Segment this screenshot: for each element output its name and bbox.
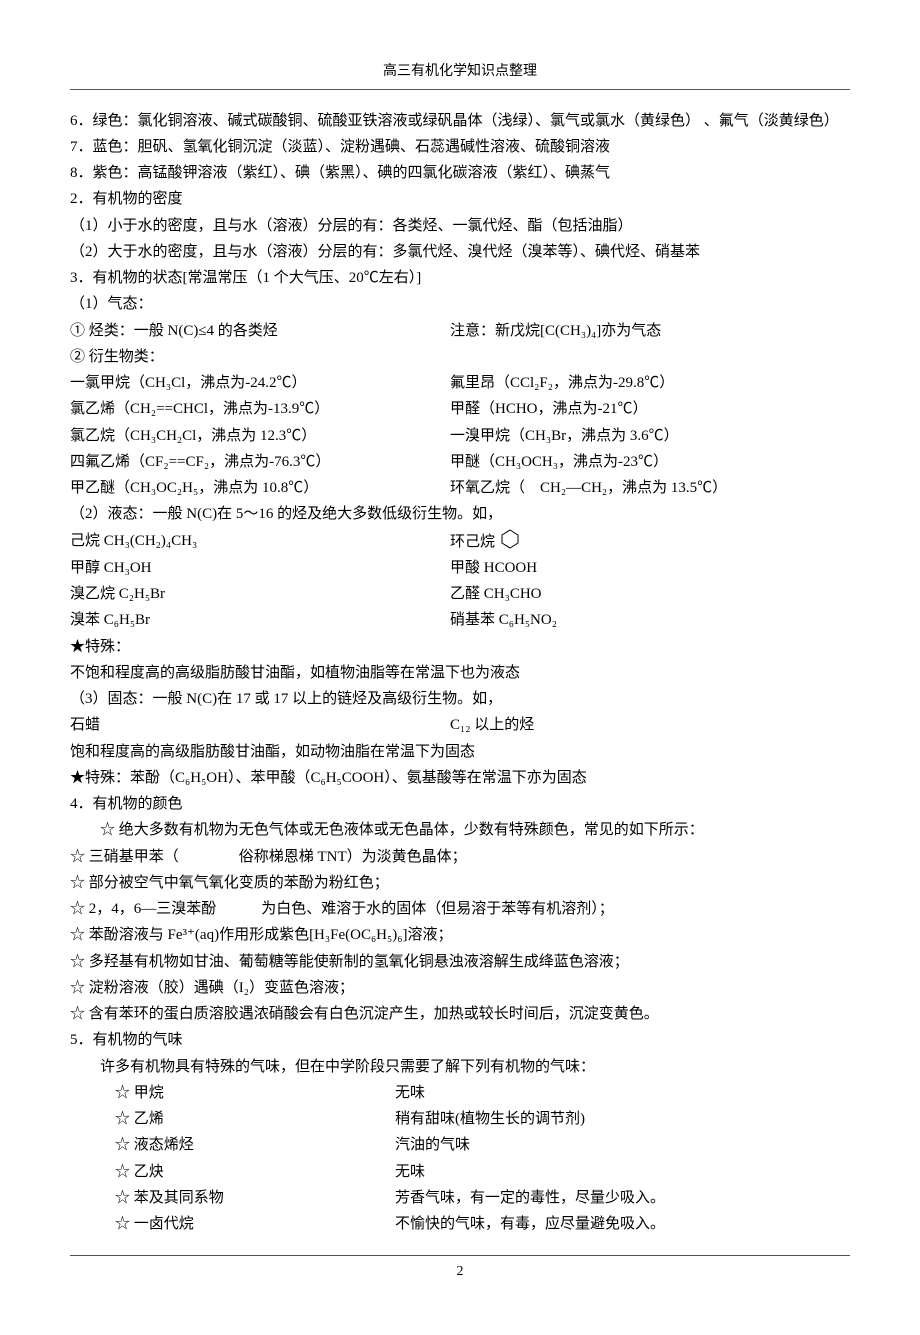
- col-right: 环己烷: [450, 528, 850, 555]
- col-right: 甲醛（HCHO，沸点为-21℃）: [450, 396, 850, 422]
- liquid-row-4: 溴苯 C₆H₅Br 硝基苯 C₆H₅NO₂: [70, 607, 850, 633]
- section-2: 2．有机物的密度: [70, 186, 850, 212]
- smell-row-3: ☆ 液态烯烃 汽油的气味: [70, 1132, 850, 1158]
- star-note-1-text: 不饱和程度高的高级脂肪酸甘油酯，如植物油脂等在常温下也为液态: [70, 660, 850, 686]
- col-right: 注意：新戊烷[C(CH₃)₄]亦为气态: [450, 318, 850, 344]
- col-left: ☆ 一卤代烷: [115, 1211, 395, 1237]
- item-6: 6．绿色：氯化铜溶液、碱式碳酸铜、硫酸亚铁溶液或绿矾晶体（浅绿）、氯气或氯水（黄…: [70, 108, 850, 134]
- col-left: ① 烃类：一般 N(C)≤4 的各类烃: [70, 318, 450, 344]
- deriv-row-1: 一氯甲烷（CH₃Cl，沸点为-24.2℃） 氟里昂（CCl₂F₂，沸点为-29.…: [70, 370, 850, 396]
- smell-row-4: ☆ 乙炔 无味: [70, 1159, 850, 1185]
- col-left: 甲醇 CH₃OH: [70, 555, 450, 581]
- section-3-3: （3）固态：一般 N(C)在 17 或 17 以上的链烃及高级衍生物。如，: [70, 686, 850, 712]
- item-8: 8．紫色：高锰酸钾溶液（紫红）、碘（紫黑）、碘的四氯化碳溶液（紫红）、碘蒸气: [70, 160, 850, 186]
- header-rule: [70, 89, 850, 90]
- deriv-row-5: 甲乙醚（CH₃OC₂H₅，沸点为 10.8℃） 环氧乙烷（ CH₂—CH₂，沸点…: [70, 475, 850, 501]
- col-right: C₁₂ 以上的烃: [450, 712, 850, 738]
- liquid-row-1: 己烷 CH₃(CH₂)₄CH₃ 环己烷: [70, 528, 850, 555]
- section-3-2: （2）液态：一般 N(C)在 5～16 的烃及绝大多数低级衍生物。如，: [70, 501, 850, 527]
- col-right: 一溴甲烷（CH₃Br，沸点为 3.6℃）: [450, 423, 850, 449]
- col-left: 四氟乙烯（CF₂==CF₂，沸点为-76.3℃）: [70, 449, 450, 475]
- section-4: 4．有机物的颜色: [70, 791, 850, 817]
- section-5-intro: 许多有机物具有特殊的气味，但在中学阶段只需要了解下列有机物的气味：: [70, 1054, 850, 1080]
- page-header: 高三有机化学知识点整理: [70, 60, 850, 85]
- section-5: 5．有机物的气味: [70, 1027, 850, 1053]
- col-left: ☆ 乙炔: [115, 1159, 395, 1185]
- col-right: 甲醚（CH₃OCH₃，沸点为-23℃）: [450, 449, 850, 475]
- col-left: 氯乙烷（CH₃CH₂Cl，沸点为 12.3℃）: [70, 423, 450, 449]
- col-left: ☆ 苯及其同系物: [115, 1185, 395, 1211]
- col-left: 一氯甲烷（CH₃Cl，沸点为-24.2℃）: [70, 370, 450, 396]
- col-right: 硝基苯 C₆H₅NO₂: [450, 607, 850, 633]
- smell-row-1: ☆ 甲烷 无味: [70, 1080, 850, 1106]
- col-left: ☆ 液态烯烃: [115, 1132, 395, 1158]
- row-hydrocarbon-note: ① 烃类：一般 N(C)≤4 的各类烃 注意：新戊烷[C(CH₃)₄]亦为气态: [70, 318, 850, 344]
- col-left: 己烷 CH₃(CH₂)₄CH₃: [70, 528, 450, 555]
- liquid-row-2: 甲醇 CH₃OH 甲酸 HCOOH: [70, 555, 850, 581]
- col-left: ☆ 甲烷: [115, 1080, 395, 1106]
- section-3: 3．有机物的状态[常温常压（1 个大气压、20℃左右）]: [70, 265, 850, 291]
- col-right: 汽油的气味: [395, 1132, 470, 1158]
- section-2-2: （2）大于水的密度，且与水（溶液）分层的有：多氯代烃、溴代烃（溴苯等）、碘代烃、…: [70, 239, 850, 265]
- col-left: 石蜡: [70, 712, 450, 738]
- section-4-1: ☆ 三硝基甲苯（ 俗称梯恩梯 TNT）为淡黄色晶体；: [70, 844, 850, 870]
- item-7: 7．蓝色：胆矾、氢氧化铜沉淀（淡蓝）、淀粉遇碘、石蕊遇碱性溶液、硫酸铜溶液: [70, 134, 850, 160]
- footer-rule: [70, 1255, 850, 1256]
- section-3-1: （1）气态：: [70, 291, 850, 317]
- smell-row-2: ☆ 乙烯 稍有甜味(植物生长的调节剂): [70, 1106, 850, 1132]
- col-right: 无味: [395, 1080, 425, 1106]
- smell-row-6: ☆ 一卤代烷 不愉快的气味，有毒，应尽量避免吸入。: [70, 1211, 850, 1237]
- liquid-row-3: 溴乙烷 C₂H₅Br 乙醛 CH₃CHO: [70, 581, 850, 607]
- col-right: 甲酸 HCOOH: [450, 555, 850, 581]
- deriv-row-3: 氯乙烷（CH₃CH₂Cl，沸点为 12.3℃） 一溴甲烷（CH₃Br，沸点为 3…: [70, 423, 850, 449]
- solid-row-1: 石蜡 C₁₂ 以上的烃: [70, 712, 850, 738]
- col-right: 无味: [395, 1159, 425, 1185]
- col-left: 溴苯 C₆H₅Br: [70, 607, 450, 633]
- section-4-4: ☆ 苯酚溶液与 Fe³⁺(aq)作用形成紫色[H₃Fe(OC₆H₅)₆]溶液；: [70, 922, 850, 948]
- section-2-1: （1）小于水的密度，且与水（溶液）分层的有：各类烃、一氯代烃、酯（包括油脂）: [70, 213, 850, 239]
- col-right: 氟里昂（CCl₂F₂，沸点为-29.8℃）: [450, 370, 850, 396]
- section-4-7: ☆ 含有苯环的蛋白质溶胶遇浓硝酸会有白色沉淀产生，加热或较长时间后，沉淀变黄色。: [70, 1001, 850, 1027]
- section-3-1b: ② 衍生物类：: [70, 344, 850, 370]
- section-4-2: ☆ 部分被空气中氧气氧化变质的苯酚为粉红色；: [70, 870, 850, 896]
- col-left: 溴乙烷 C₂H₅Br: [70, 581, 450, 607]
- star-note-2: ★特殊：苯酚（C₆H₅OH）、苯甲酸（C₆H₅COOH）、氨基酸等在常温下亦为固…: [70, 765, 850, 791]
- page-number: 2: [70, 1260, 850, 1285]
- section-4-intro: ☆ 绝大多数有机物为无色气体或无色液体或无色晶体，少数有特殊颜色，常见的如下所示…: [70, 817, 850, 843]
- col-left: 甲乙醚（CH₃OC₂H₅，沸点为 10.8℃）: [70, 475, 450, 501]
- deriv-row-2: 氯乙烯（CH₂==CHCl，沸点为-13.9℃） 甲醛（HCHO，沸点为-21℃…: [70, 396, 850, 422]
- section-4-5: ☆ 多羟基有机物如甘油、葡萄糖等能使新制的氢氧化铜悬浊液溶解生成绛蓝色溶液；: [70, 949, 850, 975]
- col-right: 稍有甜味(植物生长的调节剂): [395, 1106, 585, 1132]
- deriv-row-4: 四氟乙烯（CF₂==CF₂，沸点为-76.3℃） 甲醚（CH₃OCH₃，沸点为-…: [70, 449, 850, 475]
- smell-row-5: ☆ 苯及其同系物 芳香气味，有一定的毒性，尽量少吸入。: [70, 1185, 850, 1211]
- section-4-6: ☆ 淀粉溶液（胶）遇碘（I₂）变蓝色溶液；: [70, 975, 850, 1001]
- col-right: 不愉快的气味，有毒，应尽量避免吸入。: [395, 1211, 665, 1237]
- section-4-3: ☆ 2，4，6—三溴苯酚 为白色、难溶于水的固体（但易溶于苯等有机溶剂）；: [70, 896, 850, 922]
- col-right: 芳香气味，有一定的毒性，尽量少吸入。: [395, 1185, 665, 1211]
- col-left: ☆ 乙烯: [115, 1106, 395, 1132]
- star-note-1: ★特殊：: [70, 634, 850, 660]
- col-right: 环氧乙烷（ CH₂—CH₂，沸点为 13.5℃）: [450, 475, 850, 501]
- hexagon-icon: [499, 528, 521, 550]
- solid-row-2: 饱和程度高的高级脂肪酸甘油酯，如动物油脂在常温下为固态: [70, 739, 850, 765]
- col-right: 乙醛 CH₃CHO: [450, 581, 850, 607]
- col-left: 氯乙烯（CH₂==CHCl，沸点为-13.9℃）: [70, 396, 450, 422]
- cyclohexane-label: 环己烷: [450, 534, 495, 550]
